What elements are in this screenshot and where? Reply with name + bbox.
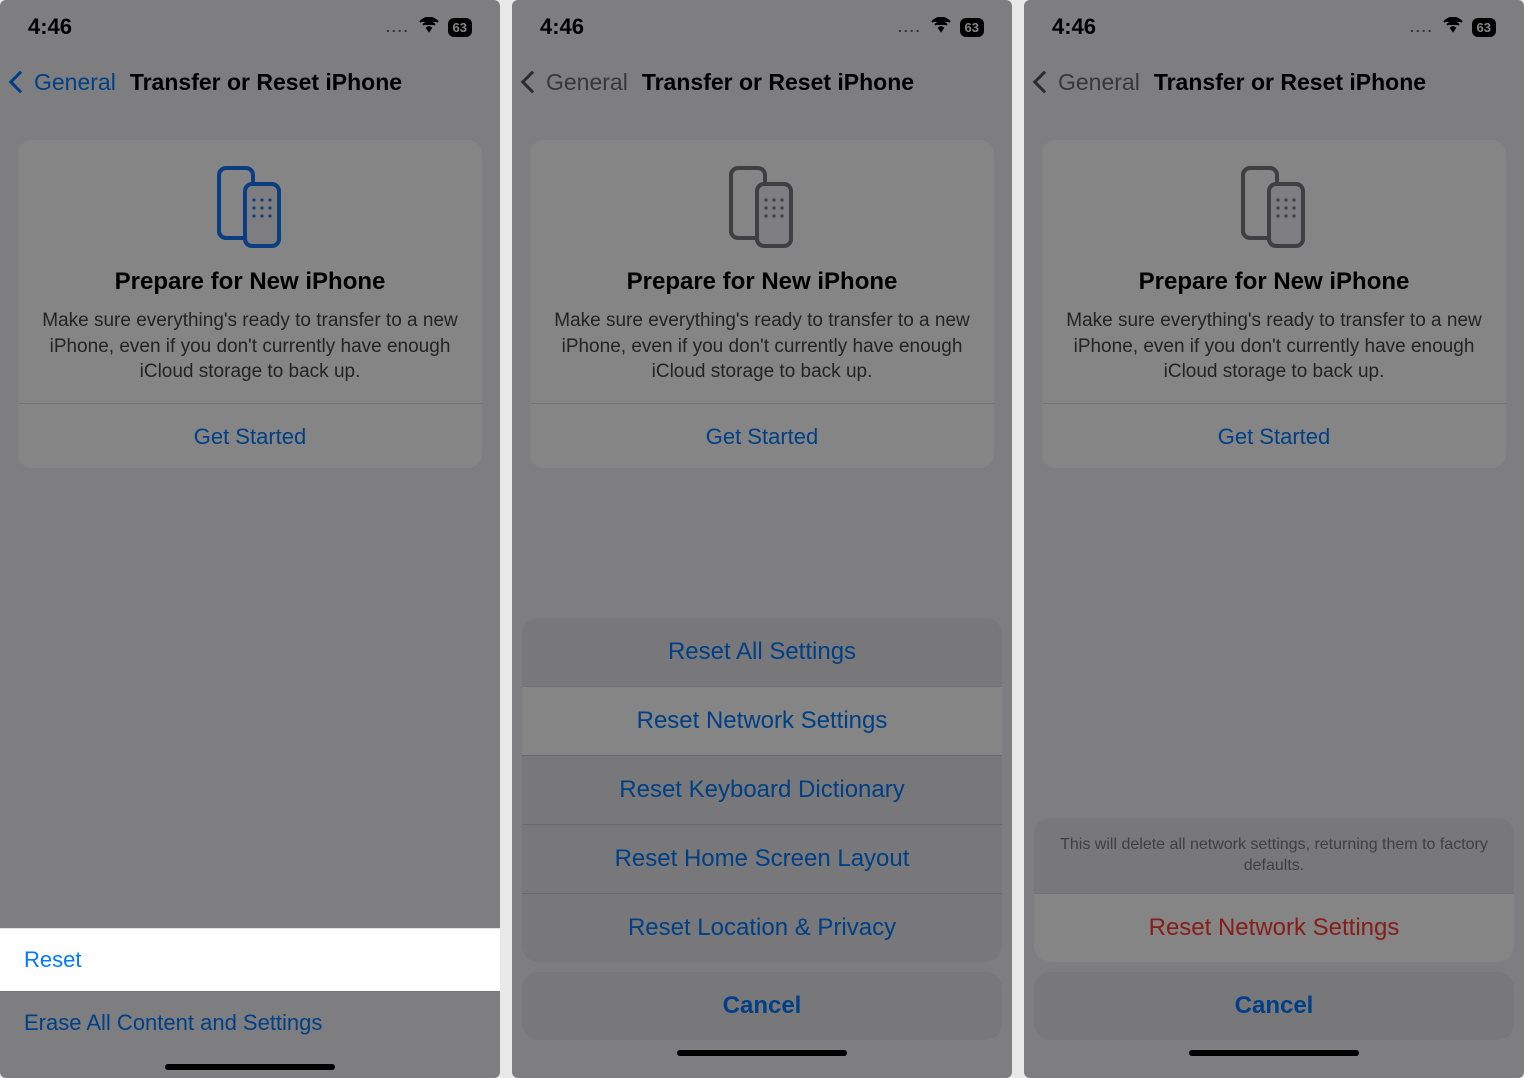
back-button[interactable]: General [1036,69,1140,96]
battery-icon: 63 [448,18,472,37]
cellular-icon: .... [898,19,922,35]
card-body: Make sure everything's ready to transfer… [36,308,464,385]
home-indicator [165,1064,335,1070]
transfer-phones-icon [727,164,797,250]
chevron-left-icon [521,71,544,94]
nav-header: General Transfer or Reset iPhone [512,54,1012,110]
card-heading: Prepare for New iPhone [548,268,976,296]
transfer-phones-icon [215,164,285,250]
page-title: Transfer or Reset iPhone [1154,69,1426,96]
reset-action-sheet: Reset All Settings Reset Network Setting… [512,618,1012,1078]
transfer-phones-icon [1239,164,1309,250]
get-started-button[interactable]: Get Started [548,404,976,450]
card-body: Make sure everything's ready to transfer… [548,308,976,385]
status-time: 4:46 [28,14,72,40]
screenshot-pane-3: 4:46 .... 63 General Transfer or Reset i… [1024,0,1524,1078]
cellular-icon: .... [1410,19,1434,35]
cellular-icon: .... [386,19,410,35]
back-button[interactable]: General [12,69,116,96]
nav-header: General Transfer or Reset iPhone [1024,54,1524,110]
prepare-card: Prepare for New iPhone Make sure everyth… [530,140,994,468]
page-title: Transfer or Reset iPhone [642,69,914,96]
back-button[interactable]: General [524,69,628,96]
chevron-left-icon [1033,71,1056,94]
reset-row[interactable]: Reset [0,928,500,991]
back-label: General [546,69,628,96]
home-indicator [677,1050,847,1056]
wifi-icon [930,17,952,38]
card-body: Make sure everything's ready to transfer… [1060,308,1488,385]
prepare-card: Prepare for New iPhone Make sure everyth… [18,140,482,468]
screenshot-pane-2: 4:46 .... 63 General Transfer or Reset i… [512,0,1012,1078]
battery-icon: 63 [1472,18,1496,37]
screenshot-pane-1: 4:46 .... 63 General Transfer or Reset i… [0,0,500,1078]
chevron-left-icon [9,71,32,94]
status-time: 4:46 [540,14,584,40]
card-heading: Prepare for New iPhone [1060,268,1488,296]
status-time: 4:46 [1052,14,1096,40]
get-started-button[interactable]: Get Started [36,404,464,450]
wifi-icon [1442,17,1464,38]
battery-icon: 63 [960,18,984,37]
card-heading: Prepare for New iPhone [36,268,464,296]
back-label: General [1058,69,1140,96]
confirm-note: This will delete all network settings, r… [1034,818,1514,893]
sheet-reset-location[interactable]: Reset Location & Privacy [522,893,1002,962]
confirm-cancel-button[interactable]: Cancel [1034,972,1514,1040]
sheet-reset-home[interactable]: Reset Home Screen Layout [522,824,1002,893]
sheet-reset-network[interactable]: Reset Network Settings [522,686,1002,755]
bottom-options: Reset Erase All Content and Settings [0,928,500,1078]
status-bar: 4:46 .... 63 [512,0,1012,54]
prepare-card: Prepare for New iPhone Make sure everyth… [1042,140,1506,468]
get-started-button[interactable]: Get Started [1060,404,1488,450]
confirm-action-sheet: This will delete all network settings, r… [1024,818,1524,1078]
status-bar: 4:46 .... 63 [0,0,500,54]
status-bar: 4:46 .... 63 [1024,0,1524,54]
erase-row[interactable]: Erase All Content and Settings [0,991,500,1054]
sheet-reset-keyboard[interactable]: Reset Keyboard Dictionary [522,755,1002,824]
home-indicator [1189,1050,1359,1056]
page-title: Transfer or Reset iPhone [130,69,402,96]
back-label: General [34,69,116,96]
confirm-reset-network-button[interactable]: Reset Network Settings [1034,893,1514,962]
wifi-icon [418,17,440,38]
sheet-reset-all[interactable]: Reset All Settings [522,618,1002,686]
nav-header: General Transfer or Reset iPhone [0,54,500,110]
sheet-cancel-button[interactable]: Cancel [522,972,1002,1040]
